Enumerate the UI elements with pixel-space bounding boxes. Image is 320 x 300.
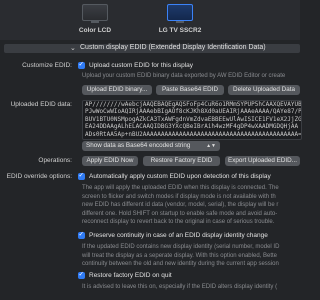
description-line: different one. Hold SHIFT on startup to … — [82, 210, 278, 217]
data-format-select[interactable]: Show data as Base64 encoded string ▲▼ — [82, 141, 220, 151]
restore-on-quit-description: It is advised to leave this on, especial… — [82, 284, 278, 290]
edid-line: BUV1BTU0NSMpogAZkCA3TxAWFgdnVmZdvaEBBEEw… — [85, 115, 302, 123]
description-line: will treat the display as a seperate dis… — [82, 252, 277, 259]
upload-custom-edid-checkbox[interactable] — [78, 60, 85, 69]
monitor-stand-icon — [176, 21, 184, 23]
display-selector-bar: Color LCD LG TV SSCR2 — [0, 0, 300, 40]
edid-line: EA24DDAAgALhELACAAQIDBG3YXcQBeIBrAih4wzM… — [85, 123, 299, 131]
edid-section-header[interactable]: ⌄ Custom display EDID (Extended Display … — [4, 44, 300, 53]
uploaded-edid-data-label: Uploaded EDID data: — [10, 101, 72, 108]
monitor-icon — [82, 4, 108, 21]
customize-description: Upload your custom EDID binary data expo… — [82, 73, 286, 79]
description-line: new EDID has different id data (vendor, … — [82, 202, 279, 208]
preserve-continuity-description: If the updated EDID contains new display… — [82, 243, 279, 269]
description-line: screen to flicker and switch modes if di… — [82, 193, 276, 200]
paste-base64-edid-button[interactable]: Paste Base64 EDID — [156, 85, 224, 95]
restore-factory-on-quit-text: Restore factory EDID on quit — [89, 272, 172, 279]
auto-apply-edid-text: Automatically apply custom EDID upon det… — [89, 173, 271, 180]
edid-line: PJwWoCwWIoAQIRjAAAebBIgAOf8cKJKh8Xd0aUEA… — [85, 108, 302, 116]
display-name: Color LCD — [78, 27, 112, 34]
display-tile-lg-tv[interactable]: LG TV SSCR2 — [150, 0, 210, 40]
preserve-continuity-text: Preserve continuity in case of an EDID d… — [89, 232, 268, 239]
monitor-stand-icon — [91, 21, 99, 23]
description-line: The app will apply the uploaded EDID whe… — [82, 185, 279, 191]
customize-edid-label: Customize EDID: — [22, 62, 72, 69]
auto-apply-edid-checkbox[interactable] — [78, 171, 85, 180]
restore-factory-edid-button[interactable]: Restore Factory EDID — [143, 156, 220, 166]
auto-apply-description: The app will apply the uploaded EDID whe… — [82, 184, 279, 227]
apply-edid-now-button[interactable]: Apply EDID Now — [82, 156, 138, 166]
description-line: continuity between the old and new ident… — [82, 261, 279, 267]
monitor-icon — [167, 4, 193, 21]
display-name: LG TV SSCR2 — [158, 27, 202, 34]
edid-line: AP////////wAebcjAAQEBAQEgAQSFoFp4CuR6o1R… — [85, 101, 302, 108]
data-format-value: Show data as Base64 encoded string — [86, 142, 191, 149]
upload-edid-binary-button[interactable]: Upload EDID binary... — [82, 85, 152, 95]
delete-uploaded-data-button[interactable]: Delete Uploaded Data — [228, 85, 300, 95]
export-uploaded-edid-button[interactable]: Export Uploaded EDID... — [225, 156, 300, 166]
display-tile-color-lcd[interactable]: Color LCD — [70, 0, 120, 40]
select-arrows-icon: ▲▼ — [206, 143, 216, 149]
operations-label: Operations: — [38, 157, 72, 164]
description-line: If the updated EDID contains new display… — [82, 244, 280, 250]
chevron-down-icon: ⌄ — [70, 45, 76, 52]
description-line: reconnect display to revert back to the … — [82, 219, 275, 225]
edid-override-options-label: EDID override options: — [6, 173, 72, 180]
upload-custom-edid-text: Upload custom EDID for this display — [89, 62, 194, 69]
restore-factory-on-quit-checkbox[interactable] — [78, 270, 85, 279]
edid-data-textarea[interactable]: AP////////wAebcjAAQEBAQEgAQSFoFp4CuR6o1R… — [82, 100, 302, 140]
section-title: Custom display EDID (Extended Display Id… — [80, 44, 266, 51]
edid-line: ADs0RtAA5Ap+nBU2AAAAAAAAAAAAAAAAAAAAAAAA… — [85, 130, 302, 138]
preserve-continuity-checkbox[interactable] — [78, 230, 85, 239]
